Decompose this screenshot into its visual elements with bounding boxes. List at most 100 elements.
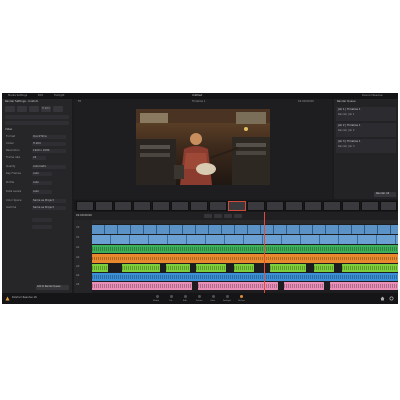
video-clip[interactable]	[92, 235, 398, 244]
render-job[interactable]: Job 3 | Timeline 1 Render Job 3	[336, 139, 396, 153]
video-clip[interactable]	[92, 225, 398, 234]
menu-right[interactable]: Davinci Resolve	[362, 94, 383, 98]
color-space-select[interactable]: Same as Project	[32, 199, 66, 203]
clip-thumbnail[interactable]	[171, 201, 189, 211]
option-select[interactable]	[32, 225, 52, 229]
audio-clip[interactable]	[284, 282, 324, 290]
field-value: Same as Project	[33, 205, 54, 209]
audio-clip[interactable]	[330, 282, 398, 290]
field-label: Resolution	[6, 149, 20, 152]
render-queue-title: Render Queue	[337, 100, 356, 103]
framerate-select[interactable]: 24	[32, 156, 46, 160]
audio-clip[interactable]	[122, 264, 160, 272]
viewer-panel: Fit Timeline 1 01:00:00:00	[74, 99, 332, 206]
field-label: Format	[6, 135, 16, 138]
format-select[interactable]: QuickTime	[32, 135, 66, 139]
clip-thumbnail[interactable]	[266, 201, 284, 211]
timeline-tool-button[interactable]	[214, 214, 222, 218]
preset-custom-button[interactable]	[53, 106, 63, 112]
keyframes-select[interactable]: Auto	[32, 172, 52, 176]
field-value: H.264	[33, 141, 41, 145]
timeline-tool-button[interactable]	[204, 214, 212, 218]
timeline-tool-button[interactable]	[224, 214, 232, 218]
audio-clip[interactable]	[92, 273, 398, 281]
filename-field[interactable]	[5, 115, 69, 119]
clip-thumbnail[interactable]	[95, 201, 113, 211]
render-job[interactable]: Job 1 | Timeline 1 Render Job 1	[336, 107, 396, 121]
audio-clip[interactable]	[166, 264, 190, 272]
field-value: 1920 x 1080	[33, 148, 50, 152]
timeline-tool-button[interactable]	[234, 214, 242, 218]
resolution-select[interactable]: 1920 x 1080	[32, 149, 66, 153]
render-all-button[interactable]: Render All	[374, 192, 396, 197]
preset-youtube-button[interactable]	[5, 106, 15, 112]
audio-clip[interactable]	[92, 264, 108, 272]
clip-thumbnail[interactable]	[190, 201, 208, 211]
clip-thumbnail[interactable]	[247, 201, 265, 211]
preset-vimeo-button[interactable]	[17, 106, 27, 112]
codec-select[interactable]: H.264	[32, 142, 66, 146]
audio-clip[interactable]	[92, 254, 398, 263]
render-job[interactable]: Job 2 | Timeline 1 Render Job 2	[336, 123, 396, 137]
menu-edit[interactable]: Edit	[38, 94, 43, 98]
fairlight-page-icon[interactable]	[226, 295, 229, 298]
profile-select[interactable]: Auto	[32, 181, 52, 185]
render-queue-panel: Render Queue Job 1 | Timeline 1 Render J…	[334, 99, 398, 199]
gamma-select[interactable]: Same as Project	[32, 206, 66, 210]
clip-thumbnail[interactable]	[380, 201, 397, 211]
viewer-clip-name: Timeline 1	[192, 100, 206, 103]
audio-clip[interactable]	[270, 264, 306, 272]
option-select[interactable]	[32, 218, 52, 222]
track-label: A3	[76, 265, 80, 268]
clip-thumbnail[interactable]	[152, 201, 170, 211]
menu-media-settings[interactable]: Media Settings	[8, 94, 27, 98]
page-tabs: Media Cut Edit Fusion Color Fairlight De…	[152, 294, 252, 303]
cut-page-icon[interactable]	[170, 295, 173, 298]
preset-twitter-button[interactable]	[29, 106, 39, 112]
audio-clip[interactable]	[198, 282, 278, 290]
timeline-area[interactable]	[74, 220, 398, 293]
clip-thumbnail[interactable]	[133, 201, 151, 211]
audio-clip[interactable]	[92, 282, 192, 290]
clip-thumbnail[interactable]	[323, 201, 341, 211]
render-settings-header: Render Settings - Custom	[5, 100, 39, 103]
playhead[interactable]	[264, 212, 265, 293]
field-value: Auto	[33, 171, 40, 175]
clip-thumbnail[interactable]	[76, 201, 94, 211]
audio-clip[interactable]	[314, 264, 334, 272]
menu-fairlight[interactable]: Fairlight	[54, 94, 64, 98]
audio-clip[interactable]	[196, 264, 226, 272]
field-value: 24	[33, 155, 37, 159]
viewer-zoom[interactable]: Fit	[78, 100, 81, 104]
timeline-ruler[interactable]	[92, 220, 398, 224]
clip-thumbnail[interactable]	[114, 201, 132, 211]
clip-thumbnail[interactable]	[209, 201, 227, 211]
timeline-timecode: 01:00:00:00	[76, 213, 92, 217]
data-levels-select[interactable]: Auto	[32, 190, 52, 194]
audio-clip[interactable]	[234, 264, 254, 272]
clip-thumbnail[interactable]	[342, 201, 360, 211]
audio-clip[interactable]	[92, 245, 398, 253]
audio-clip[interactable]	[342, 264, 398, 272]
color-page-icon[interactable]	[212, 295, 215, 298]
quality-select[interactable]: Automatic	[32, 165, 66, 169]
media-page-icon[interactable]	[156, 295, 159, 298]
fusion-page-icon[interactable]	[198, 295, 201, 298]
home-icon[interactable]	[380, 296, 385, 301]
clip-thumbnail-selected[interactable]	[228, 201, 246, 211]
track-label: A4	[76, 274, 80, 277]
field-label: Frame rate	[6, 156, 21, 159]
clip-thumbnail[interactable]	[285, 201, 303, 211]
field-label: Quality	[6, 165, 16, 168]
timeline-toolbar: 01:00:00:00	[74, 212, 398, 220]
edit-page-icon[interactable]	[184, 295, 187, 298]
app-name: DaVinci Resolve 16	[12, 296, 37, 299]
clip-thumbnail[interactable]	[361, 201, 379, 211]
clip-thumbnail[interactable]	[304, 201, 322, 211]
location-field[interactable]	[5, 121, 69, 125]
render-all-label: Render All	[376, 192, 390, 196]
settings-icon[interactable]	[389, 296, 394, 301]
deliver-page-icon[interactable]	[240, 295, 243, 298]
field-value: Auto	[33, 180, 40, 184]
add-to-render-queue-button[interactable]: Add to Render Queue	[36, 285, 69, 290]
